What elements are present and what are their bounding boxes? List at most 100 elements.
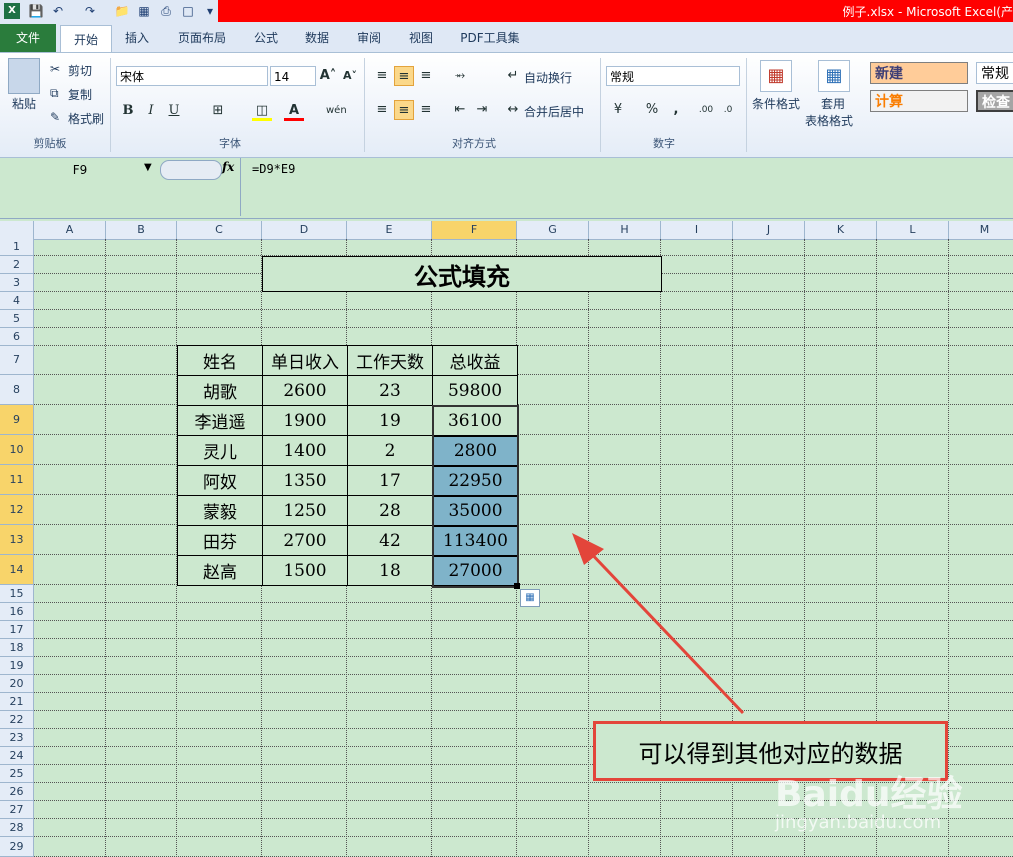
table-cell[interactable]: 2700 bbox=[263, 526, 348, 556]
table-cell[interactable]: 1500 bbox=[263, 556, 348, 586]
conditional-format-icon[interactable]: ▦ bbox=[760, 60, 792, 92]
column-header-f[interactable]: F bbox=[432, 221, 517, 239]
table-cell[interactable]: 田芬 bbox=[178, 526, 263, 556]
align-right-icon[interactable]: ≡ bbox=[416, 100, 436, 120]
number-format-select[interactable]: 常规 bbox=[606, 66, 740, 86]
tab-file[interactable]: 文件 bbox=[0, 24, 56, 52]
row-header-28[interactable]: 28 bbox=[0, 819, 34, 837]
row-header-15[interactable]: 15 bbox=[0, 585, 34, 603]
row-header-14[interactable]: 14 bbox=[0, 555, 34, 585]
row-header-10[interactable]: 10 bbox=[0, 435, 34, 465]
tab-data[interactable]: 数据 bbox=[297, 24, 337, 52]
currency-icon[interactable]: ¥ bbox=[608, 100, 628, 120]
row-header-21[interactable]: 21 bbox=[0, 693, 34, 711]
redo-icon[interactable]: ↷ bbox=[82, 3, 98, 19]
column-header-k[interactable]: K bbox=[805, 221, 877, 239]
decrease-indent-icon[interactable]: ⇤ bbox=[450, 100, 470, 120]
row-header-27[interactable]: 27 bbox=[0, 801, 34, 819]
row-header-2[interactable]: 2 bbox=[0, 256, 34, 274]
formula-input[interactable]: =D9*E9 bbox=[252, 162, 295, 176]
row-header-22[interactable]: 22 bbox=[0, 711, 34, 729]
column-header-l[interactable]: L bbox=[877, 221, 949, 239]
row-header-8[interactable]: 8 bbox=[0, 375, 34, 405]
new-doc-icon[interactable]: □ bbox=[180, 3, 196, 19]
tab-review[interactable]: 审阅 bbox=[349, 24, 389, 52]
table-cell[interactable]: 1900 bbox=[263, 406, 348, 436]
table-cell[interactable]: 2600 bbox=[263, 376, 348, 406]
row-header-3[interactable]: 3 bbox=[0, 274, 34, 292]
italic-button[interactable]: I bbox=[141, 101, 161, 121]
column-header-g[interactable]: G bbox=[517, 221, 589, 239]
table-cell[interactable]: 28 bbox=[348, 496, 433, 526]
align-bottom-icon[interactable]: ≡ bbox=[416, 66, 436, 86]
copy-button[interactable]: 复制 bbox=[68, 86, 92, 103]
table-header-cell[interactable]: 工作天数 bbox=[348, 346, 433, 376]
row-header-29[interactable]: 29 bbox=[0, 837, 34, 857]
column-header-b[interactable]: B bbox=[106, 221, 177, 239]
row-header-19[interactable]: 19 bbox=[0, 657, 34, 675]
wrap-text-button[interactable]: 自动换行 bbox=[524, 69, 572, 86]
orientation-icon[interactable]: ⥇ bbox=[450, 66, 470, 86]
grow-font-icon[interactable]: A˄ bbox=[318, 66, 338, 86]
table-cell[interactable]: 阿奴 bbox=[178, 466, 263, 496]
select-all-corner[interactable] bbox=[0, 221, 34, 239]
align-top-icon[interactable]: ≡ bbox=[372, 66, 392, 86]
table-header-cell[interactable]: 单日收入 bbox=[263, 346, 348, 376]
row-header-7[interactable]: 7 bbox=[0, 346, 34, 375]
name-box[interactable]: F9 bbox=[0, 160, 160, 180]
insert-function-button[interactable]: fx bbox=[222, 160, 234, 174]
row-header-24[interactable]: 24 bbox=[0, 747, 34, 765]
row-header-18[interactable]: 18 bbox=[0, 639, 34, 657]
table-cell[interactable]: 1400 bbox=[263, 436, 348, 466]
formula-bar-expand-icon[interactable] bbox=[160, 160, 222, 180]
increase-indent-icon[interactable]: ⇥ bbox=[472, 100, 492, 120]
bold-button[interactable]: B bbox=[118, 101, 138, 121]
column-header-m[interactable]: M bbox=[949, 221, 1013, 239]
table-cell[interactable]: 蒙毅 bbox=[178, 496, 263, 526]
table-cell[interactable]: 59800 bbox=[433, 376, 518, 406]
table-cell[interactable]: 35000 bbox=[433, 496, 518, 526]
cut-button[interactable]: 剪切 bbox=[68, 62, 92, 79]
column-header-j[interactable]: J bbox=[733, 221, 805, 239]
customize-qat-icon[interactable]: ▾ bbox=[202, 3, 218, 19]
format-as-table-label-1[interactable]: 套用 bbox=[821, 95, 845, 112]
print-icon[interactable]: ⎙ bbox=[158, 3, 174, 19]
table-cell[interactable]: 李逍遥 bbox=[178, 406, 263, 436]
borders-icon[interactable]: ⊞ bbox=[208, 101, 228, 121]
open-folder-icon[interactable]: 📁 bbox=[114, 3, 130, 19]
table-cell[interactable]: 灵儿 bbox=[178, 436, 263, 466]
copy-icon[interactable]: ⧉ bbox=[50, 86, 59, 101]
column-header-d[interactable]: D bbox=[262, 221, 347, 239]
tab-pdf-tools[interactable]: PDF工具集 bbox=[452, 24, 528, 52]
decrease-decimal-icon[interactable]: .0 bbox=[718, 100, 738, 120]
row-header-1[interactable]: 1 bbox=[0, 239, 34, 256]
increase-decimal-icon[interactable]: .00 bbox=[696, 100, 716, 120]
wrap-text-icon[interactable]: ↵ bbox=[503, 66, 523, 86]
font-color-icon[interactable]: A bbox=[284, 101, 304, 121]
comma-button[interactable]: , bbox=[666, 100, 686, 120]
row-header-13[interactable]: 13 bbox=[0, 525, 34, 555]
phonetic-icon[interactable]: wén bbox=[326, 101, 347, 121]
table-header-cell[interactable]: 姓名 bbox=[178, 346, 263, 376]
name-box-dropdown-icon[interactable]: ▼ bbox=[144, 162, 152, 173]
style-normal[interactable]: 常规 bbox=[976, 62, 1013, 84]
conditional-format-button[interactable]: 条件格式 bbox=[752, 95, 800, 112]
style-check[interactable]: 检查 bbox=[976, 90, 1013, 112]
paste-button[interactable]: 粘贴 bbox=[12, 95, 36, 112]
font-size-select[interactable]: 14 bbox=[270, 66, 316, 86]
row-header-20[interactable]: 20 bbox=[0, 675, 34, 693]
row-header-6[interactable]: 6 bbox=[0, 328, 34, 346]
merge-center-icon[interactable]: ↔ bbox=[503, 100, 523, 120]
cut-icon[interactable]: ✂ bbox=[50, 62, 60, 76]
font-name-select[interactable]: 宋体 bbox=[116, 66, 268, 86]
sheet-title-cell[interactable]: 公式填充 bbox=[262, 256, 662, 292]
table-cell[interactable]: 36100 bbox=[433, 406, 518, 436]
table-cell[interactable]: 赵高 bbox=[178, 556, 263, 586]
tab-page-layout[interactable]: 页面布局 bbox=[170, 24, 234, 52]
table-header-cell[interactable]: 总收益 bbox=[433, 346, 518, 376]
row-header-4[interactable]: 4 bbox=[0, 292, 34, 310]
merge-center-button[interactable]: 合并后居中 bbox=[524, 103, 584, 120]
table-cell[interactable]: 1350 bbox=[263, 466, 348, 496]
table-cell[interactable]: 42 bbox=[348, 526, 433, 556]
table-cell[interactable]: 2 bbox=[348, 436, 433, 466]
